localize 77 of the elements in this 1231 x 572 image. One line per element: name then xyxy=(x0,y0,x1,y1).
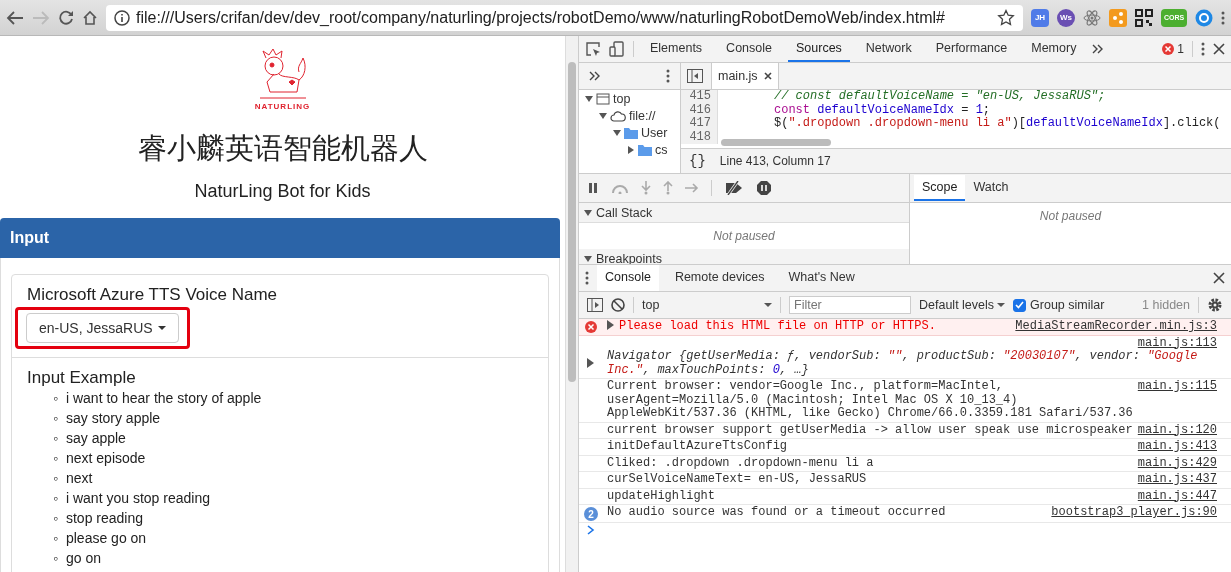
code-line: $(".dropdown .dropdown-menu li a")[defaultVoiceNameIdx].click( xyxy=(773,117,1221,131)
status-text: Not paused xyxy=(712,228,776,245)
source-link[interactable]: main.js:429 xyxy=(1137,456,1217,470)
logo-text: NATURLING xyxy=(254,102,311,111)
example-item: next xyxy=(65,469,93,488)
code-line: // const defaultVoiceName = "en-US, JessaRUS"; xyxy=(773,90,1106,104)
page-title: 睿小麟英语智能机器人 xyxy=(136,131,429,166)
context-selector[interactable]: top xyxy=(642,298,772,312)
console-message: updateHighlight xyxy=(607,489,717,503)
example-item: next episode xyxy=(65,449,146,468)
console-message: initDefaultAzureTtsConfig xyxy=(607,440,789,454)
console-message: curSelVoiceNameText= en-US, JessaRUS xyxy=(607,473,868,487)
devtools-tab[interactable]: Elements xyxy=(642,36,711,62)
source-link[interactable]: main.js:413 xyxy=(1137,440,1217,454)
repeat-count: 2 xyxy=(584,507,598,521)
devtools-tab[interactable]: Performance xyxy=(927,36,1016,62)
drawer-tab[interactable]: Console xyxy=(597,265,659,291)
filter-field[interactable]: Filter xyxy=(789,296,911,314)
source-link[interactable]: main.js:113 xyxy=(1137,335,1217,350)
pretty-print-button[interactable]: {} xyxy=(689,153,706,169)
source-link[interactable]: main.js:437 xyxy=(1137,473,1217,487)
example-item: say apple xyxy=(65,429,126,448)
sidebar-tab[interactable]: Scope xyxy=(914,175,966,201)
bullet: ◦ xyxy=(53,549,58,568)
code-line: const defaultVoiceNameIdx = 1; xyxy=(773,103,991,117)
line-number: 417 xyxy=(681,117,718,131)
tree-item-label[interactable]: file:// xyxy=(629,108,656,123)
panel-header: Input xyxy=(0,218,560,258)
status-text: Not paused xyxy=(1038,208,1103,225)
field-label: Microsoft Azure TTS Voice Name xyxy=(27,285,279,305)
sidebar-tab[interactable]: Watch xyxy=(965,175,1017,201)
devtools-tab[interactable]: Memory xyxy=(1023,36,1085,62)
source-link[interactable]: main.js:120 xyxy=(1137,423,1217,437)
page-subtitle: NaturLing Bot for Kids xyxy=(193,181,372,202)
bullet: ◦ xyxy=(53,529,58,548)
console-message: current browser support getUserMedia -> allow user speak use microspeaker xyxy=(607,423,1134,437)
drawer-tab[interactable]: What's New xyxy=(780,265,863,291)
drawer-tab[interactable]: Remote devices xyxy=(666,265,773,291)
console-message: No audio source was found or a timeout occurred xyxy=(607,506,947,521)
bullet: ◦ xyxy=(53,429,58,448)
example-item: i want to hear the story of apple xyxy=(65,389,262,408)
console-message: Cliked: .dropdown .dropdown-menu li a xyxy=(607,456,875,470)
console-message: Please load this HTML file on HTTP or HTTPS. xyxy=(619,320,936,334)
bullet: ◦ xyxy=(53,449,58,468)
tree-item-label[interactable]: top xyxy=(613,91,631,106)
tree-item-label[interactable]: cs xyxy=(655,142,668,157)
example-item: go on xyxy=(65,549,101,568)
bullet: ◦ xyxy=(53,469,58,488)
source-link[interactable]: bootstrap3_player.js:90 xyxy=(1051,506,1217,520)
address-bar[interactable]: file:///Users/crifan/dev/dev_root/company/naturling/projects/robotDemo/www/naturlingRobotDemoWeb/index.html# xyxy=(106,4,1023,31)
source-link[interactable]: main.js:447 xyxy=(1137,489,1217,503)
cursor-position: Line 413, Column 17 xyxy=(719,154,831,168)
source-link[interactable]: MediaStreamRecorder.min.js:3 xyxy=(1015,320,1217,334)
bullet: ◦ xyxy=(53,509,58,528)
file-tab[interactable]: main.js xyxy=(711,63,779,89)
line-number: 415 xyxy=(681,90,718,104)
levels-dropdown[interactable]: Default levels xyxy=(919,298,1006,312)
voice-dropdown[interactable]: en-US, JessaRUS xyxy=(26,313,179,343)
checkbox-label: Group similar xyxy=(1030,298,1105,312)
example-item: say story apple xyxy=(65,409,161,428)
error-count[interactable]: 1 xyxy=(1177,42,1184,56)
source-link[interactable]: main.js:115 xyxy=(1137,380,1217,394)
devtools-tab[interactable]: Network xyxy=(857,36,920,62)
extension-icon[interactable]: Ws xyxy=(1057,8,1075,27)
hidden-count: 1 hidden xyxy=(1142,298,1190,312)
example-item: i want you stop reading xyxy=(65,489,210,508)
section-title: Input Example xyxy=(27,368,137,388)
bullet: ◦ xyxy=(53,489,58,508)
tree-item-label[interactable]: User xyxy=(641,125,668,140)
bullet: ◦ xyxy=(53,409,58,428)
extension-icon[interactable]: JH xyxy=(1031,8,1049,27)
devtools-tab[interactable]: Console xyxy=(718,36,780,62)
example-item: please go on xyxy=(65,529,147,548)
console-message[interactable]: Navigator {getUserMedia: ƒ, vendorSub: "", productSub: "20030107", vendor: "Google Inc.", maxTouchPoints: 0, …} xyxy=(607,350,1217,377)
bullet: ◦ xyxy=(53,389,58,408)
section-header[interactable]: Call Stack xyxy=(579,203,909,223)
example-item: stop reading xyxy=(65,509,144,528)
